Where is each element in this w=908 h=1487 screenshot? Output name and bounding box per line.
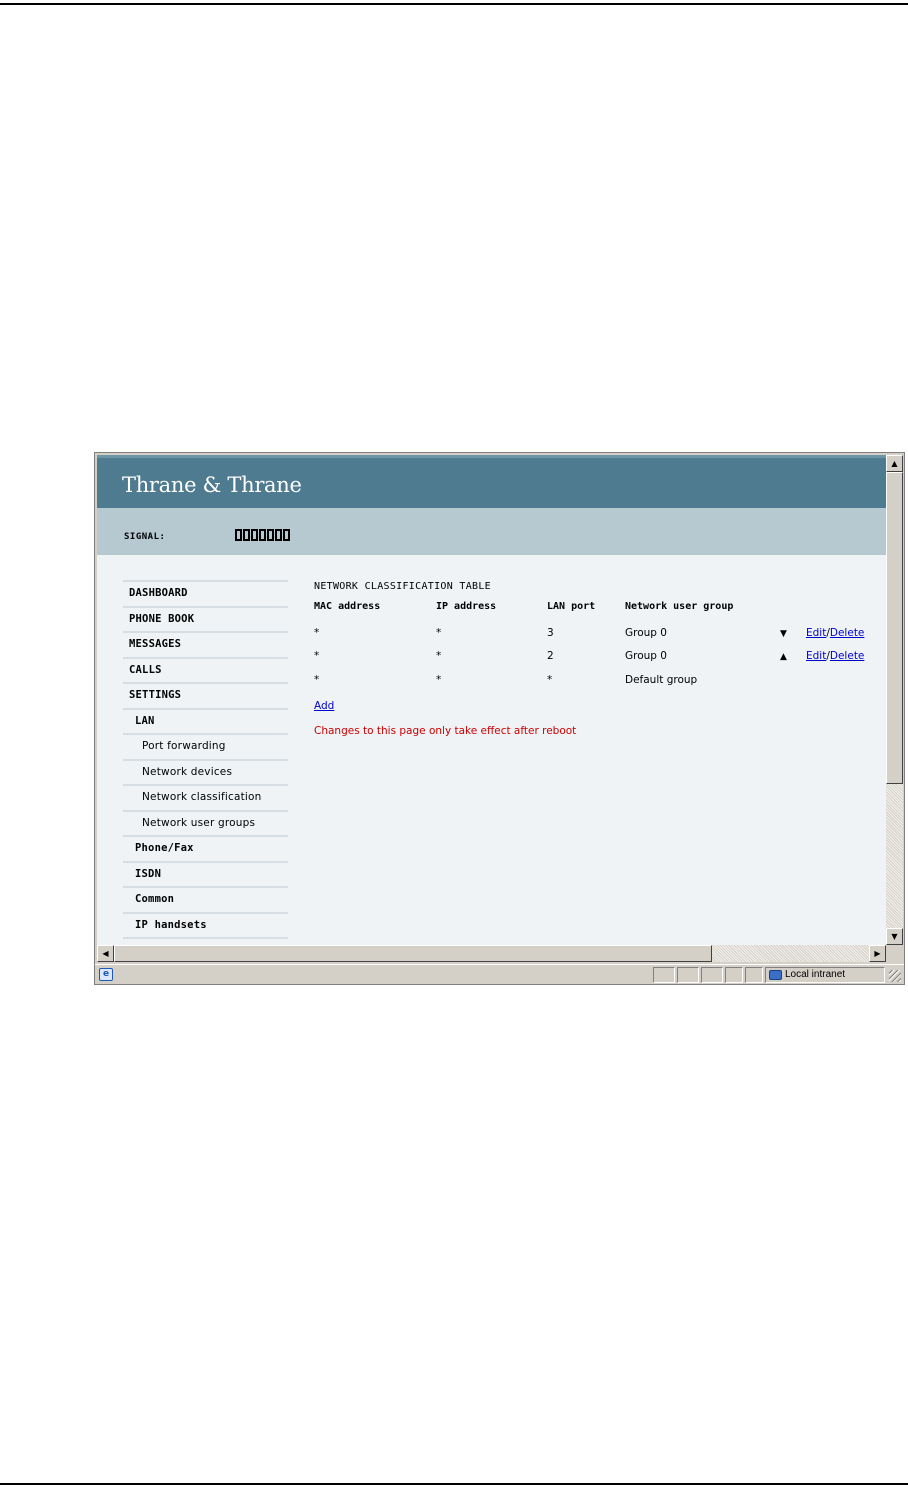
cell-user-group: Default group [625, 673, 698, 686]
scroll-down-icon[interactable]: ▼ [886, 928, 903, 945]
cell-lan-port: * [547, 673, 553, 686]
sidebar-item-phone-book[interactable]: PHONE BOOK [123, 605, 288, 631]
table-row: * * 2 Group 0 ▲ Edit/Delete [314, 645, 874, 669]
sidebar-item-calls[interactable]: CALLS [123, 656, 288, 682]
sidebar-nav: DASHBOARD PHONE BOOK MESSAGES CALLS SETT… [123, 580, 288, 939]
sidebar-item-network-devices[interactable]: Network devices [123, 758, 288, 784]
move-down-icon[interactable]: ▼ [780, 629, 787, 639]
signal-segment [235, 529, 242, 541]
cell-user-group: Group 0 [625, 650, 667, 663]
sidebar-item-phone-fax[interactable]: Phone/Fax [123, 835, 288, 861]
security-zone: Local intranet [765, 967, 885, 983]
signal-segment [259, 529, 266, 541]
status-cell [745, 967, 763, 983]
reboot-notice: Changes to this page only take effect af… [314, 725, 577, 737]
edit-link[interactable]: Edit [806, 627, 826, 639]
horizontal-scrollbar[interactable]: ◀ ▶ [97, 945, 886, 962]
status-cell [677, 967, 699, 983]
sidebar-item-network-classification[interactable]: Network classification [123, 784, 288, 810]
move-up-icon[interactable]: ▲ [780, 652, 787, 662]
cell-ip: * [436, 626, 442, 639]
delete-link[interactable]: Delete [830, 650, 865, 662]
table-row: * * * Default group [314, 668, 874, 692]
resize-grip-icon[interactable] [889, 970, 901, 982]
table-header-row: MAC address IP address LAN port Network … [314, 601, 874, 621]
signal-segment [243, 529, 250, 541]
sidebar-item-messages[interactable]: MESSAGES [123, 631, 288, 657]
cell-ip: * [436, 650, 442, 663]
sidebar-item-isdn[interactable]: ISDN [123, 860, 288, 886]
page-bottom-rule [0, 1483, 908, 1485]
column-header-ip: IP address [436, 601, 497, 612]
scrollbar-corner [886, 945, 903, 962]
security-zone-label: Local intranet [785, 969, 846, 980]
brand-header: Thrane & Thrane [97, 455, 886, 508]
brand-logo: Thrane & Thrane [122, 473, 302, 497]
cell-lan-port: 3 [547, 626, 554, 639]
status-bar: e Local intranet [95, 964, 904, 984]
scroll-up-icon[interactable]: ▲ [886, 455, 903, 472]
page-viewport: Thrane & Thrane SIGNAL: DASHBOARD PHONE … [97, 455, 886, 945]
column-header-mac: MAC address [314, 601, 381, 612]
signal-segment [283, 529, 290, 541]
status-cell [701, 967, 723, 983]
edit-link[interactable]: Edit [806, 650, 826, 662]
cell-mac: * [314, 626, 320, 639]
scroll-right-icon[interactable]: ▶ [869, 945, 886, 962]
scroll-left-icon[interactable]: ◀ [97, 945, 114, 962]
cell-lan-port: 2 [547, 650, 554, 663]
column-header-actions [806, 601, 874, 621]
cell-ip: * [436, 673, 442, 686]
page-top-rule [0, 3, 908, 5]
signal-segment [251, 529, 258, 541]
column-header-user-group: Network user group [625, 601, 734, 612]
page-status-icon: e [99, 968, 113, 981]
browser-window: Thrane & Thrane SIGNAL: DASHBOARD PHONE … [94, 452, 905, 985]
network-classification-table: MAC address IP address LAN port Network … [314, 601, 874, 692]
status-cell [653, 967, 675, 983]
vertical-scroll-thumb[interactable] [886, 472, 903, 784]
cell-user-group: Group 0 [625, 626, 667, 639]
signal-meter [235, 529, 290, 541]
cell-mac: * [314, 650, 320, 663]
cell-order [780, 668, 806, 692]
cell-mac: * [314, 673, 320, 686]
vertical-scrollbar[interactable]: ▲ ▼ [886, 455, 903, 945]
row-actions: Edit/Delete [806, 621, 874, 645]
column-header-lan-port: LAN port [547, 601, 596, 612]
status-cell [725, 967, 743, 983]
sidebar-item-common[interactable]: Common [123, 886, 288, 912]
local-intranet-icon [769, 970, 782, 980]
row-actions: Edit/Delete [806, 645, 874, 669]
sidebar-item-settings[interactable]: SETTINGS [123, 682, 288, 708]
sidebar-item-dashboard[interactable]: DASHBOARD [123, 580, 288, 606]
page-title: NETWORK CLASSIFICATION TABLE [314, 581, 491, 592]
sidebar-item-network-user-groups[interactable]: Network user groups [123, 809, 288, 835]
horizontal-scroll-thumb[interactable] [114, 945, 712, 962]
sidebar-item-ip-handsets[interactable]: IP handsets [123, 911, 288, 937]
row-actions [806, 668, 874, 692]
signal-segment [275, 529, 282, 541]
sidebar-item-lan[interactable]: LAN [123, 707, 288, 733]
signal-bar: SIGNAL: [97, 508, 886, 555]
signal-segment [267, 529, 274, 541]
table-row: * * 3 Group 0 ▼ Edit/Delete [314, 621, 874, 645]
add-link[interactable]: Add [314, 700, 334, 712]
sidebar-item-port-forwarding[interactable]: Port forwarding [123, 733, 288, 759]
delete-link[interactable]: Delete [830, 627, 865, 639]
column-header-order [780, 601, 806, 621]
sidebar-divider [123, 937, 288, 939]
signal-label: SIGNAL: [124, 532, 166, 542]
